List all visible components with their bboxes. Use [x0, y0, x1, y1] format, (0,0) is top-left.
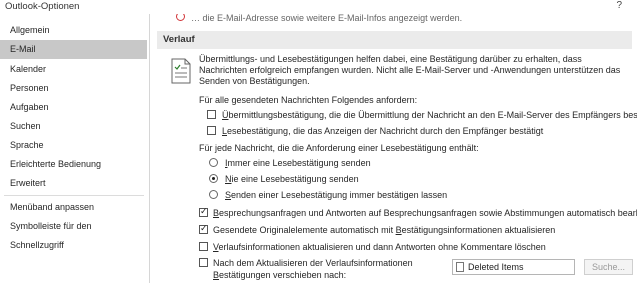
ask-before-send-radio[interactable] — [209, 190, 218, 199]
sidebar-separator — [4, 195, 144, 196]
folder-icon — [456, 262, 464, 272]
request-heading: Für alle gesendeten Nachrichten Folgende… — [199, 95, 418, 105]
target-folder-field[interactable]: Deleted Items — [452, 259, 575, 275]
move-receipts-label-line1[interactable]: Nach dem Aktualisieren der Verlaufsinfor… — [213, 258, 413, 268]
delete-responses-label[interactable]: Verlaufsinformationen aktualisieren und … — [213, 242, 546, 252]
move-receipts-label-line2[interactable]: Bestätigungen verschieben nach: — [213, 270, 346, 280]
section-header: Verlauf — [157, 31, 632, 49]
browse-folder-button[interactable]: Suche... — [584, 259, 633, 275]
warning-icon — [176, 14, 185, 21]
sidebar-item-erleichterte-bedienung[interactable]: Erleichterte Bedienung — [0, 155, 147, 174]
update-originals-checkbox[interactable] — [199, 223, 208, 234]
delivery-receipt-checkbox[interactable] — [207, 110, 216, 119]
sidebar-item-aufgaben[interactable]: Aufgaben — [0, 98, 147, 117]
never-send-radio[interactable] — [209, 174, 218, 183]
sidebar-item-email[interactable]: E-Mail — [0, 40, 147, 59]
window-title: Outlook-Optionen — [5, 1, 80, 12]
sidebar-item-erweitert[interactable]: Erweitert — [0, 174, 147, 193]
section-description: Übermittlungs- und Lesebestätigungen hel… — [199, 54, 621, 86]
delivery-receipt-label[interactable]: Übermittlungsbestätigung, die die Übermi… — [222, 110, 637, 120]
sidebar-item-menueband-anpassen[interactable]: Menüband anpassen — [0, 198, 147, 217]
document-check-icon — [171, 58, 191, 84]
read-receipt-checkbox[interactable] — [207, 126, 216, 135]
section-title: Verlauf — [163, 34, 195, 45]
sidebar-item-kalender[interactable]: Kalender — [0, 60, 147, 79]
delete-responses-checkbox[interactable] — [199, 242, 208, 251]
move-receipts-checkbox[interactable] — [199, 258, 208, 267]
sidebar-item-sprache[interactable]: Sprache — [0, 136, 147, 155]
response-heading: Für jede Nachricht, die die Anforderung … — [199, 143, 479, 153]
process-meeting-requests-checkbox[interactable] — [199, 206, 208, 217]
sidebar-item-schnellzugriff[interactable]: Symbolleiste für den Schnellzugriff — [0, 217, 147, 250]
pane-divider — [149, 14, 150, 283]
options-pane: … die E-Mail-Adresse sowie weitere E-Mai… — [151, 14, 637, 283]
help-button[interactable]: ? — [616, 0, 622, 11]
always-send-radio[interactable] — [209, 158, 218, 167]
ask-before-send-label[interactable]: Senden einer Lesebestätigung immer bestä… — [225, 190, 447, 200]
read-receipt-label[interactable]: Lesebestätigung, die das Anzeigen der Na… — [222, 126, 543, 136]
sidebar-item-personen[interactable]: Personen — [0, 79, 147, 98]
update-originals-label[interactable]: Gesendete Originalelemente automatisch m… — [213, 225, 555, 235]
target-folder-value: Deleted Items — [468, 262, 524, 272]
always-send-label[interactable]: Immer eine Lesebestätigung senden — [225, 158, 371, 168]
sidebar: Allgemein E-Mail Kalender Personen Aufga… — [0, 17, 148, 283]
process-meeting-requests-label[interactable]: Besprechungsanfragen und Antworten auf B… — [213, 208, 637, 218]
sidebar-item-allgemein[interactable]: Allgemein — [0, 21, 147, 40]
title-bar: Outlook-Optionen ? — [0, 0, 637, 14]
partial-text: … die E-Mail-Adresse sowie weitere E-Mai… — [191, 14, 463, 23]
never-send-label[interactable]: Nie eine Lesebestätigung senden — [225, 174, 359, 184]
sidebar-item-suchen[interactable]: Suchen — [0, 117, 147, 136]
